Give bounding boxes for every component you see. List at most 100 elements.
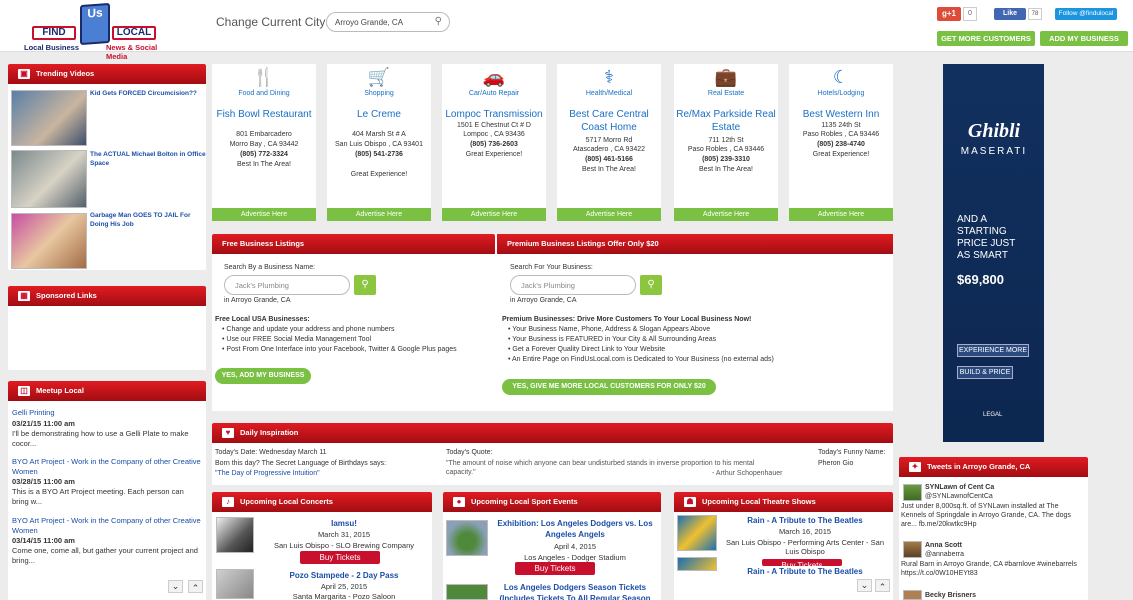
event-thumbnail[interactable] (446, 584, 488, 600)
maserati-ad-banner[interactable]: Ghibli MASERATI AND A STARTING PRICE JUS… (943, 64, 1044, 442)
add-my-business-button[interactable]: ADD MY BUSINESS (1040, 31, 1128, 46)
business-address: 1135 24th St (821, 122, 861, 129)
category-label[interactable]: Real Estate (674, 90, 778, 97)
business-card[interactable]: ⚕ Health/Medical Best Care Central Coast… (557, 64, 661, 221)
business-city: Morro Bay , CA 93442 (229, 141, 299, 148)
event-title[interactable]: Rain - A Tribute to The Beatles (720, 567, 890, 576)
concerts-header: ♪ Upcoming Local Concerts (212, 492, 432, 512)
search-icon[interactable]: ⚲ (354, 275, 376, 295)
advertise-here-button[interactable]: Advertise Here (442, 208, 546, 221)
event-title[interactable]: Exhibition: Los Angeles Dodgers vs. Los … (491, 518, 659, 540)
event-thumbnail[interactable] (216, 517, 254, 553)
scroll-up-icon[interactable]: ⌃ (875, 579, 890, 592)
video-thumbnail[interactable] (11, 150, 87, 208)
business-name[interactable]: Re/Max Parkside Real Estate (676, 108, 776, 134)
business-city: Paso Robles , CA 93446 (802, 131, 880, 138)
category-label[interactable]: Shopping (327, 90, 431, 97)
meetup-title[interactable]: BYO Art Project - Work in the Company of… (12, 516, 202, 536)
buy-tickets-button[interactable]: Buy Tickets (300, 551, 380, 564)
concerts-panel: ♪ Upcoming Local Concerts Iamsu! March 31… (212, 492, 432, 600)
theatre-icon: ☗ (684, 497, 696, 507)
tweet-handle[interactable]: @annaberra (925, 550, 964, 559)
buy-tickets-button[interactable]: Buy Tickets (762, 559, 842, 566)
premium-search-placeholder: Jack's Plumbing (521, 281, 575, 290)
meetup-title[interactable]: Gelli Printing (12, 408, 202, 418)
category-label[interactable]: Hotels/Lodging (789, 90, 893, 97)
avatar[interactable] (903, 541, 922, 558)
premium-bullet: • Get a Forever Quality Direct Link to Y… (508, 346, 666, 353)
scroll-down-icon[interactable]: ⌄ (168, 580, 183, 593)
ad-legal[interactable]: LEGAL (983, 412, 1002, 418)
business-address: 711 12th St (708, 137, 744, 144)
event-title[interactable]: Los Angeles Dodgers Season Tickets (Incl… (491, 582, 659, 600)
premium-cta-button[interactable]: YES, GIVE ME MORE LOCAL CUSTOMERS FOR ON… (502, 379, 716, 395)
facebook-like-label: Like (1002, 10, 1017, 17)
business-name[interactable]: Best Care Central Coast Home (559, 108, 659, 134)
event-title[interactable]: Iamsu! (260, 519, 428, 528)
event-thumbnail[interactable] (446, 520, 488, 556)
business-address: 5717 Morro Rd (585, 137, 633, 144)
business-card[interactable]: 🍴 Food and Dining Fish Bowl Restaurant 8… (212, 64, 316, 221)
avatar[interactable] (903, 484, 922, 501)
buy-tickets-button[interactable]: Buy Tickets (515, 562, 595, 575)
event-thumbnail[interactable] (677, 557, 717, 571)
twitter-bird-icon: ✦ (909, 462, 921, 472)
category-label[interactable]: Food and Dining (212, 90, 316, 97)
video-title[interactable]: The ACTUAL Michael Bolton in Office Spac… (90, 150, 206, 168)
business-phone: (805) 736-2603 (470, 141, 518, 148)
event-title[interactable]: Pozo Stampede - 2 Day Pass (260, 571, 428, 580)
business-name[interactable]: Fish Bowl Restaurant (214, 108, 314, 121)
video-thumbnail[interactable] (11, 213, 87, 269)
advertise-here-button[interactable]: Advertise Here (557, 208, 661, 221)
google-plus-count: 0 (963, 7, 977, 21)
business-review: Great Experience! (812, 151, 870, 158)
ad-price: $69,800 (957, 272, 1004, 287)
advertise-here-button[interactable]: Advertise Here (789, 208, 893, 221)
tweet-author[interactable]: SYNLawn of Cent Ca (925, 483, 994, 492)
scroll-up-icon[interactable]: ⌃ (188, 580, 203, 593)
video-title[interactable]: Kid Gets FORCED Circumcision?? (90, 89, 206, 98)
build-price-button[interactable]: BUILD & PRICE (957, 366, 1013, 379)
premium-business-search-input[interactable]: Jack's Plumbing (510, 275, 636, 295)
advertise-here-button[interactable]: Advertise Here (212, 208, 316, 221)
heart-icon: ♥ (222, 428, 234, 438)
category-label[interactable]: Car/Auto Repair (442, 90, 546, 97)
event-title[interactable]: Rain - A Tribute to The Beatles (720, 516, 890, 525)
get-more-customers-button[interactable]: GET MORE CUSTOMERS (937, 31, 1035, 46)
video-thumbnail[interactable] (11, 90, 87, 146)
twitter-follow-button[interactable]: Follow @findulocal (1055, 8, 1117, 20)
findus-local-logo[interactable]: Us FIND LOCAL Local Business News & Soci… (22, 2, 178, 61)
advertise-here-button[interactable]: Advertise Here (674, 208, 778, 221)
city-search-input[interactable]: Arroyo Grande, CA ⚲ (326, 12, 450, 32)
tweet-author[interactable]: Becky Brisners (925, 591, 976, 600)
facebook-like-button[interactable]: Like (994, 8, 1026, 20)
meetup-date: 03/28/15 11:00 am (12, 477, 75, 486)
tweet-author[interactable]: Anna Scott (925, 541, 962, 550)
ad-line: AS SMART (957, 250, 1008, 261)
event-thumbnail[interactable] (677, 515, 717, 551)
event-thumbnail[interactable] (216, 569, 254, 599)
free-search-city: in Arroyo Grande, CA (224, 297, 291, 304)
business-name[interactable]: Le Creme (329, 108, 429, 121)
meetup-title[interactable]: BYO Art Project - Work in the Company of… (12, 457, 202, 477)
business-card[interactable]: 💼 Real Estate Re/Max Parkside Real Estat… (674, 64, 778, 221)
tweet-handle[interactable]: @SYNLawnofCentCa (925, 492, 993, 501)
business-card[interactable]: 🛒 Shopping Le Creme 404 Marsh St # A San… (327, 64, 431, 221)
add-business-cta-button[interactable]: YES, ADD MY BUSINESS (215, 368, 311, 384)
experience-more-button[interactable]: EXPERIENCE MORE (957, 344, 1029, 357)
advertise-here-button[interactable]: Advertise Here (327, 208, 431, 221)
business-name[interactable]: Best Western Inn (791, 108, 891, 121)
search-icon[interactable]: ⚲ (435, 16, 442, 27)
scroll-down-icon[interactable]: ⌄ (857, 579, 872, 592)
business-name[interactable]: Lompoc Transmission (444, 108, 544, 121)
business-card[interactable]: 🚗 Car/Auto Repair Lompoc Transmission 15… (442, 64, 546, 221)
video-title[interactable]: Garbage Man GOES TO JAIL For Doing His J… (90, 211, 206, 229)
business-card[interactable]: ☾ Hotels/Lodging Best Western Inn 1135 2… (789, 64, 893, 221)
google-plus-button[interactable]: g+1 (937, 7, 961, 21)
category-label[interactable]: Health/Medical (557, 90, 661, 97)
free-business-search-input[interactable]: Jack's Plumbing (224, 275, 350, 295)
search-icon[interactable]: ⚲ (640, 275, 662, 295)
car-icon: 🚗 (482, 67, 506, 87)
meetup-date: 03/14/15 11:00 am (12, 536, 75, 545)
avatar[interactable] (903, 590, 922, 600)
